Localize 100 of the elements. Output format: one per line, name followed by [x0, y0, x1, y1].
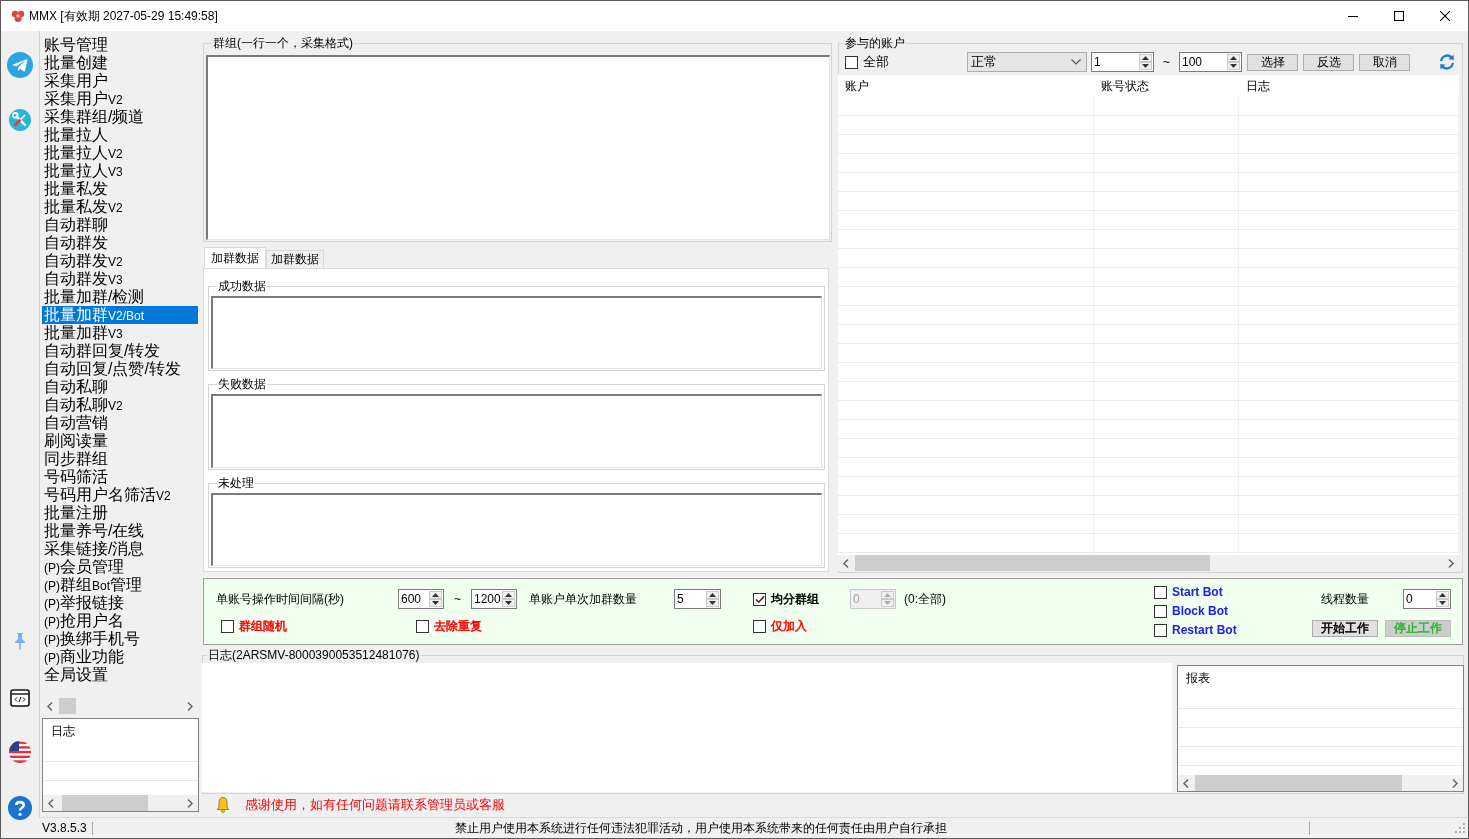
menu-item[interactable]: 采集链接/消息 — [42, 540, 198, 558]
menu-item[interactable]: 批量加群V2/Bot — [42, 306, 198, 324]
text-area[interactable] — [211, 296, 822, 370]
number-field[interactable]: 1200 — [471, 589, 517, 609]
close-icon[interactable] — [1440, 11, 1450, 21]
checkbox[interactable] — [1154, 605, 1167, 618]
number-field[interactable]: 5 — [674, 589, 721, 609]
select-button[interactable]: 选择 — [1247, 53, 1298, 71]
menu-item[interactable]: 刷阅读量 — [42, 432, 198, 450]
menu-item[interactable]: 自动营销 — [42, 414, 198, 432]
checkbox[interactable] — [753, 619, 766, 633]
start-button[interactable]: 开始工作 — [1312, 620, 1378, 637]
decrement-button[interactable] — [706, 599, 719, 607]
menu-item[interactable]: 批量加群V3 — [42, 324, 198, 342]
up-arrow-icon[interactable] — [505, 593, 512, 597]
menu-item[interactable]: 号码筛活 — [42, 468, 198, 486]
checkbox[interactable] — [753, 592, 766, 606]
menu-item[interactable]: (P)商业功能 — [42, 648, 198, 666]
tab[interactable]: 加群数据 — [204, 247, 266, 268]
checkbox-label[interactable]: 仅加入 — [771, 618, 807, 634]
tools-icon[interactable] — [9, 109, 31, 131]
invert-selection-button[interactable]: 反选 — [1303, 53, 1354, 71]
decrement-button[interactable] — [502, 599, 515, 607]
dropdown[interactable]: 正常 — [967, 52, 1087, 72]
scrollbar-thumb[interactable] — [62, 795, 148, 811]
menu-item[interactable]: 批量拉人V2 — [42, 144, 198, 162]
down-arrow-icon[interactable] — [432, 601, 439, 605]
menu-item[interactable]: 采集用户V2 — [42, 90, 198, 108]
minimize-icon[interactable] — [1348, 15, 1358, 17]
menu-item[interactable]: 批量养号/在线 — [42, 522, 198, 540]
menu-item[interactable]: 自动群聊 — [42, 216, 198, 234]
menu-item[interactable]: 同步群组 — [42, 450, 198, 468]
decrement-button[interactable] — [429, 599, 442, 607]
menu-item[interactable]: 批量创建 — [42, 54, 198, 72]
menu-item[interactable]: 自动群发V2 — [42, 252, 198, 270]
horizontal-scrollbar[interactable] — [43, 795, 198, 811]
checkbox-label[interactable]: 去除重复 — [434, 618, 482, 634]
menu-item[interactable]: 批量加群/检测 — [42, 288, 198, 306]
menu-item[interactable]: (P)群组Bot管理 — [42, 576, 198, 594]
number-field[interactable]: 1 — [1091, 52, 1154, 72]
menu-item[interactable]: (P)举报链接 — [42, 594, 198, 612]
up-arrow-icon[interactable] — [432, 593, 439, 597]
text-area[interactable] — [211, 492, 822, 566]
checkbox-label[interactable]: Start Bot — [1172, 586, 1223, 599]
text-area[interactable] — [211, 394, 822, 468]
checkbox-label[interactable]: Block Bot — [1172, 605, 1228, 618]
decrement-button[interactable] — [1227, 62, 1240, 70]
horizontal-scrollbar[interactable] — [838, 555, 1459, 571]
checkbox[interactable] — [1154, 624, 1167, 637]
checkbox[interactable] — [221, 619, 234, 633]
column-header[interactable]: 账号状态 — [1094, 75, 1239, 97]
down-arrow-icon[interactable] — [709, 601, 716, 605]
menu-item[interactable]: 自动群回复/转发 — [42, 342, 198, 360]
menu-item[interactable]: 自动回复/点赞/转发 — [42, 360, 198, 378]
number-field[interactable]: 0 — [1403, 589, 1451, 609]
paper-plane-icon[interactable] — [7, 52, 33, 78]
scrollbar-thumb[interactable] — [855, 555, 1210, 571]
column-header[interactable]: 日志 — [1239, 75, 1459, 97]
code-window-icon[interactable] — [10, 689, 30, 707]
scrollbar-thumb[interactable] — [59, 698, 76, 714]
horizontal-scrollbar[interactable] — [1178, 775, 1463, 791]
menu-item[interactable]: 采集群组/频道 — [42, 108, 198, 126]
menu-item[interactable]: 账号管理 — [42, 36, 198, 54]
help-icon[interactable] — [8, 796, 32, 820]
menu-item[interactable]: 号码用户名筛活V2 — [42, 486, 198, 504]
down-arrow-icon[interactable] — [1439, 601, 1446, 605]
checkbox-label[interactable]: 群组随机 — [239, 618, 287, 634]
chevron-down-icon[interactable] — [1071, 59, 1081, 65]
menu-item[interactable]: 批量注册 — [42, 504, 198, 522]
menu-item[interactable]: (P)抢用户名 — [42, 612, 198, 630]
menu-item[interactable]: 全局设置 — [42, 666, 198, 684]
menu-item[interactable]: 批量拉人V3 — [42, 162, 198, 180]
resize-grip-icon[interactable] — [1455, 823, 1465, 833]
column-header[interactable]: 账户 — [838, 75, 1094, 97]
checkbox[interactable] — [845, 55, 858, 69]
menu-item[interactable]: (P)会员管理 — [42, 558, 198, 576]
menu-item[interactable]: 自动群发 — [42, 234, 198, 252]
column-header[interactable]: 日志 — [51, 723, 75, 739]
column-header[interactable]: 报表 — [1186, 670, 1210, 686]
menu-item[interactable]: 采集用户 — [42, 72, 198, 90]
menu-item[interactable]: 批量私发V2 — [42, 198, 198, 216]
menu-item[interactable]: 自动群发V3 — [42, 270, 198, 288]
up-arrow-icon[interactable] — [1439, 593, 1446, 597]
number-field[interactable]: 600 — [398, 589, 444, 609]
flag-icon[interactable] — [9, 741, 31, 763]
checkbox-label[interactable]: 均分群组 — [771, 591, 819, 607]
tab[interactable]: 加群数据 — [266, 250, 324, 268]
menu-item[interactable]: 自动私聊V2 — [42, 396, 198, 414]
checkbox[interactable] — [416, 619, 429, 633]
menu-item[interactable]: 批量拉人 — [42, 126, 198, 144]
checkbox-label[interactable]: Restart Bot — [1172, 624, 1237, 637]
down-arrow-icon[interactable] — [505, 601, 512, 605]
menu-item[interactable]: 自动私聊 — [42, 378, 198, 396]
checkbox[interactable] — [1154, 586, 1167, 599]
decrement-button[interactable] — [1139, 62, 1152, 70]
cancel-button[interactable]: 取消 — [1359, 53, 1410, 71]
checkbox-label[interactable]: 全部 — [863, 54, 889, 70]
up-arrow-icon[interactable] — [709, 593, 716, 597]
up-arrow-icon[interactable] — [1142, 56, 1149, 60]
down-arrow-icon[interactable] — [1142, 64, 1149, 68]
